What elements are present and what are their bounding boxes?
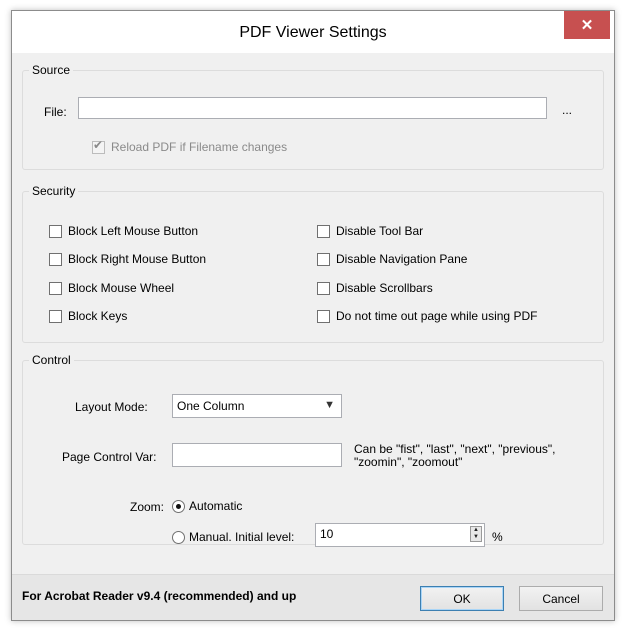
- radio-unselected-icon: [172, 530, 185, 544]
- close-icon: ✕: [580, 17, 594, 34]
- disable-navigation-pane-checkbox[interactable]: Disable Navigation Pane: [317, 252, 467, 266]
- checkbox-box: [317, 224, 330, 238]
- close-button[interactable]: ✕: [564, 11, 610, 39]
- browse-button[interactable]: ...: [562, 103, 572, 117]
- checkbox-box: [49, 281, 62, 295]
- checkbox-box: ✔: [92, 137, 105, 154]
- page-control-var-hint: Can be "fist", "last", "next", "previous…: [354, 442, 556, 469]
- radio-selected-icon: [172, 499, 185, 513]
- block-mouse-wheel-label: Block Mouse Wheel: [68, 281, 175, 295]
- checkbox-box: [317, 281, 330, 295]
- control-legend: Control: [32, 353, 71, 367]
- zoom-level-input[interactable]: 10 ▲ ▼: [315, 523, 485, 547]
- cancel-button[interactable]: Cancel: [519, 586, 603, 611]
- no-timeout-checkbox[interactable]: Do not time out page while using PDF: [317, 309, 537, 323]
- dialog-footer: For Acrobat Reader v9.4 (recommended) an…: [12, 574, 614, 620]
- ok-button[interactable]: OK: [420, 586, 504, 611]
- chevron-down-icon: ▼: [324, 399, 335, 411]
- block-right-mouse-checkbox[interactable]: Block Right Mouse Button: [49, 252, 206, 266]
- no-timeout-label: Do not time out page while using PDF: [336, 309, 538, 323]
- disable-toolbar-checkbox[interactable]: Disable Tool Bar: [317, 224, 423, 238]
- zoom-automatic-label: Automatic: [189, 499, 243, 513]
- zoom-level-value: 10: [320, 527, 334, 541]
- block-left-mouse-checkbox[interactable]: Block Left Mouse Button: [49, 224, 198, 238]
- compatibility-note: For Acrobat Reader v9.4 (recommended) an…: [22, 589, 297, 603]
- zoom-manual-radio[interactable]: Manual. Initial level:: [172, 530, 294, 544]
- disable-navigation-pane-label: Disable Navigation Pane: [336, 252, 468, 266]
- checkbox-box: [49, 224, 62, 238]
- dialog-title: PDF Viewer Settings: [239, 24, 387, 41]
- file-input[interactable]: [78, 97, 547, 119]
- disable-scrollbars-checkbox[interactable]: Disable Scrollbars: [317, 281, 433, 295]
- layout-mode-value: One Column: [177, 399, 245, 413]
- layout-mode-select[interactable]: One Column ▼: [172, 394, 342, 418]
- spin-down-icon[interactable]: ▼: [471, 534, 481, 541]
- block-keys-checkbox[interactable]: Block Keys: [49, 309, 127, 323]
- spin-up-icon[interactable]: ▲: [471, 527, 481, 534]
- spin-buttons[interactable]: ▲ ▼: [470, 526, 482, 542]
- reload-pdf-label: Reload PDF if Filename changes: [111, 140, 288, 154]
- block-keys-label: Block Keys: [68, 309, 128, 323]
- zoom-manual-label: Manual. Initial level:: [189, 530, 295, 544]
- title-bar: PDF Viewer Settings ✕: [12, 11, 614, 54]
- settings-dialog: PDF Viewer Settings ✕ Source File: ... ✔…: [11, 10, 615, 621]
- zoom-label: Zoom:: [130, 500, 165, 514]
- disable-toolbar-label: Disable Tool Bar: [336, 224, 424, 238]
- check-icon: ✔: [93, 137, 104, 152]
- page-control-var-label: Page Control Var:: [62, 450, 157, 464]
- checkbox-box: [317, 252, 330, 266]
- zoom-automatic-radio[interactable]: Automatic: [172, 499, 242, 513]
- page-control-var-input[interactable]: [172, 443, 342, 467]
- dialog-content: Source File: ... ✔ Reload PDF if Filenam…: [12, 53, 614, 575]
- reload-pdf-checkbox[interactable]: ✔ Reload PDF if Filename changes: [92, 137, 288, 154]
- checkbox-box: [49, 252, 62, 266]
- checkbox-box: [49, 309, 62, 323]
- disable-scrollbars-label: Disable Scrollbars: [336, 281, 433, 295]
- source-legend: Source: [32, 63, 71, 77]
- block-left-mouse-label: Block Left Mouse Button: [68, 224, 199, 238]
- zoom-unit-label: %: [492, 530, 503, 544]
- security-legend: Security: [32, 184, 76, 198]
- layout-mode-label: Layout Mode:: [75, 400, 148, 414]
- file-label: File:: [44, 105, 67, 119]
- block-mouse-wheel-checkbox[interactable]: Block Mouse Wheel: [49, 281, 174, 295]
- block-right-mouse-label: Block Right Mouse Button: [68, 252, 207, 266]
- checkbox-box: [317, 309, 330, 323]
